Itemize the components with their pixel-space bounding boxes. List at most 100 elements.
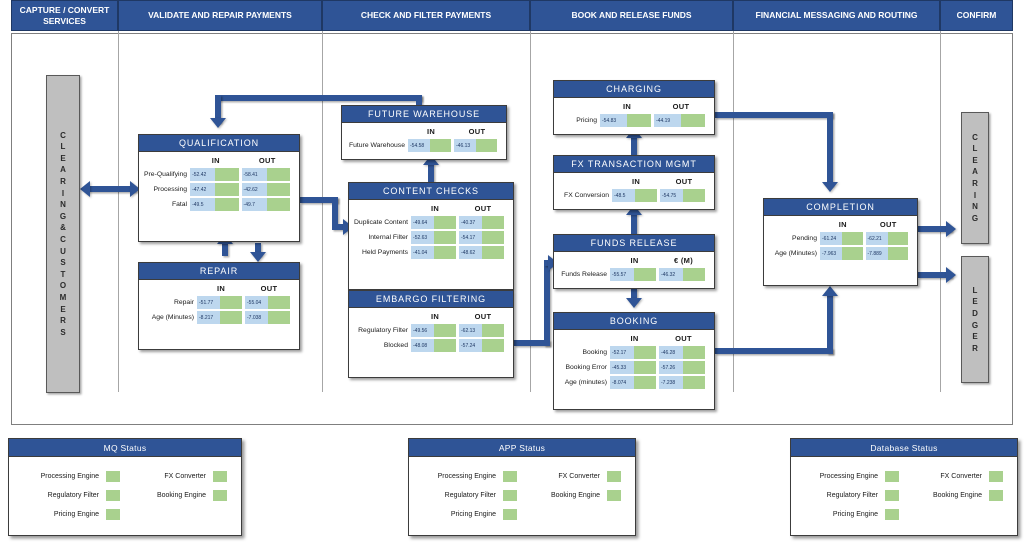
kpi-bar xyxy=(482,246,504,259)
status-lamp-icon xyxy=(607,471,621,482)
kpi-bar xyxy=(633,268,656,281)
metric-row: Fatal -49.5 -49.7 xyxy=(143,197,293,212)
kpi-gauge: -61.24 xyxy=(820,232,863,245)
metric-cell: -48.08 xyxy=(411,338,459,353)
card-future-warehouse[interactable]: FUTURE WAREHOUSE IN OUT Future Warehouse -54… xyxy=(341,105,507,160)
kpi-gauge: -54.58 xyxy=(408,139,451,152)
status-panel-mq-status[interactable]: MQ Status Processing Engine Regulatory Fil… xyxy=(8,438,242,536)
kpi-bar xyxy=(482,216,504,229)
kpi-bar xyxy=(842,247,863,260)
metric-cell: -49.64 xyxy=(411,215,459,230)
status-indicator-row[interactable]: Pricing Engine xyxy=(805,505,899,524)
status-panel-database-status[interactable]: Database Status Processing Engine Regulato… xyxy=(790,438,1018,536)
status-indicator-label: FX Converter xyxy=(940,473,982,480)
connector-qualification-content-v xyxy=(332,197,338,227)
metric-table: IN OUT Future Warehouse -54.58 -46.13 xyxy=(346,126,500,153)
status-spacer-row xyxy=(909,505,1003,524)
status-lamp-icon xyxy=(989,471,1003,482)
card-completion[interactable]: COMPLETION IN OUT Pending -61.24 -62.21 Age (M… xyxy=(763,198,918,286)
card-qualification[interactable]: QUALIFICATION IN OUT Pre-Qualifying -52.42 -5… xyxy=(138,134,300,242)
actor-clearing-customers: C L E A R I N G & C U S T O M E R S xyxy=(46,75,80,393)
connector-clearing-qualification xyxy=(88,186,136,192)
status-lamp-icon xyxy=(213,490,227,501)
kpi-gauge: -52.17 xyxy=(610,346,656,359)
status-indicator-row[interactable]: Booking Engine xyxy=(130,486,227,505)
status-panel-title-app-status: APP Status xyxy=(409,439,635,457)
card-title-charging: CHARGING xyxy=(554,81,714,98)
status-indicator-row[interactable]: Pricing Engine xyxy=(423,505,517,524)
card-content-checks[interactable]: CONTENT CHECKS IN OUT Duplicate Content -49.… xyxy=(348,182,514,290)
status-spacer-row xyxy=(527,505,621,524)
status-indicator-row[interactable]: Processing Engine xyxy=(423,467,517,486)
card-funds-release[interactable]: FUNDS RELEASE IN € (M) Funds Release -55.57 -… xyxy=(553,234,715,289)
status-indicator-row[interactable]: Pricing Engine xyxy=(23,505,120,524)
card-title-future-warehouse: FUTURE WAREHOUSE xyxy=(342,106,506,123)
kpi-value: -41.04 xyxy=(411,246,435,259)
metric-cell: -54.75 xyxy=(660,188,708,203)
card-repair[interactable]: REPAIR IN OUT Repair -51.77 -55.04 Age (Minute… xyxy=(138,262,300,350)
lane-divider xyxy=(733,31,734,392)
status-indicator-row[interactable]: FX Converter xyxy=(909,467,1003,486)
kpi-value: -52.42 xyxy=(190,168,216,181)
kpi-value: -55.57 xyxy=(610,268,634,281)
kpi-value: -48.62 xyxy=(459,246,483,259)
kpi-bar xyxy=(680,114,705,127)
metric-row-label: Booking Error xyxy=(565,364,607,371)
metric-row-label: Pricing xyxy=(576,117,597,124)
metric-column-header: IN xyxy=(630,334,639,343)
status-indicator-label: Booking Engine xyxy=(550,492,600,499)
status-indicator-row[interactable]: Booking Engine xyxy=(909,486,1003,505)
kpi-bar xyxy=(220,311,242,324)
metric-cell: -55.04 xyxy=(245,295,293,310)
status-indicator-row[interactable]: Regulatory Filter xyxy=(23,486,120,505)
card-booking[interactable]: BOOKING IN OUT Booking -52.17 -46.28 Booking E… xyxy=(553,312,715,410)
status-indicator-label: Pricing Engine xyxy=(450,511,496,518)
card-title-booking: BOOKING xyxy=(554,313,714,330)
kpi-gauge: -54.83 xyxy=(600,114,651,127)
metric-table: IN OUT Pricing -54.83 -44.19 xyxy=(558,101,708,128)
actor-label: C L E A R I N G & C U S T O M E R S xyxy=(59,130,67,337)
kpi-value: -45.33 xyxy=(610,361,634,374)
metric-row: Repair -51.77 -55.04 xyxy=(143,295,293,310)
metric-column-header: IN xyxy=(622,102,632,111)
status-indicator-row[interactable]: FX Converter xyxy=(527,467,621,486)
actor-label: CLEARING xyxy=(971,132,979,223)
kpi-gauge: -7.889 xyxy=(865,247,908,260)
metric-row: Regulatory Filter -49.56 -62.13 xyxy=(353,323,507,338)
metric-row: FX Conversion -48.5 -54.75 xyxy=(558,188,708,203)
metric-row-label: Blocked xyxy=(383,342,408,349)
connector-warehouse-loop-horizontal xyxy=(215,95,422,101)
kpi-gauge: -57.26 xyxy=(659,361,705,374)
metric-cell: -52.17 xyxy=(610,345,659,360)
metric-row-label: Internal Filter xyxy=(368,234,409,241)
metric-row-label: Age (minutes) xyxy=(564,379,607,386)
kpi-value: -7.889 xyxy=(865,247,888,260)
card-title-qualification: QUALIFICATION xyxy=(139,135,299,152)
metric-cell: -61.24 xyxy=(820,231,866,246)
status-indicator-row[interactable]: Regulatory Filter xyxy=(805,486,899,505)
kpi-value: -8.074 xyxy=(610,376,634,389)
status-indicator-row[interactable]: Regulatory Filter xyxy=(423,486,517,505)
card-charging[interactable]: CHARGING IN OUT Pricing -54.83 -44.19 xyxy=(553,80,715,135)
metric-row-label: Duplicate Content xyxy=(354,219,409,226)
status-indicator-row[interactable]: Processing Engine xyxy=(805,467,899,486)
status-indicator-label: FX Converter xyxy=(164,473,206,480)
lane-header-validate: VALIDATE AND REPAIR PAYMENTS xyxy=(118,0,322,31)
kpi-bar xyxy=(682,376,705,389)
lane-divider xyxy=(530,31,531,392)
status-panel-app-status[interactable]: APP Status Processing Engine Regulatory Fi… xyxy=(408,438,636,536)
metric-row: Booking -52.17 -46.28 xyxy=(558,345,708,360)
card-title-content-checks: CONTENT CHECKS xyxy=(349,183,513,200)
status-indicator-row[interactable]: Processing Engine xyxy=(23,467,120,486)
status-lamp-icon xyxy=(989,490,1003,501)
card-embargo-filtering[interactable]: EMBARGO FILTERING IN OUT Regulatory Filter -… xyxy=(348,290,514,378)
status-indicator-row[interactable]: Booking Engine xyxy=(527,486,621,505)
card-body: IN OUT Future Warehouse -54.58 -46.13 xyxy=(342,123,506,157)
status-indicator-row[interactable]: FX Converter xyxy=(130,467,227,486)
metric-row: Age (Minutes) -7.963 -7.889 xyxy=(768,246,911,261)
metric-table: IN OUT Booking -52.17 -46.28 Booking Error -45… xyxy=(558,333,708,390)
kpi-value: -44.19 xyxy=(654,114,681,127)
kpi-gauge: -58.41 xyxy=(241,168,290,181)
card-fx-transaction-mgmt[interactable]: FX TRANSACTION MGMT IN OUT FX Conversion -48… xyxy=(553,155,715,210)
kpi-value: -62.21 xyxy=(865,232,888,245)
